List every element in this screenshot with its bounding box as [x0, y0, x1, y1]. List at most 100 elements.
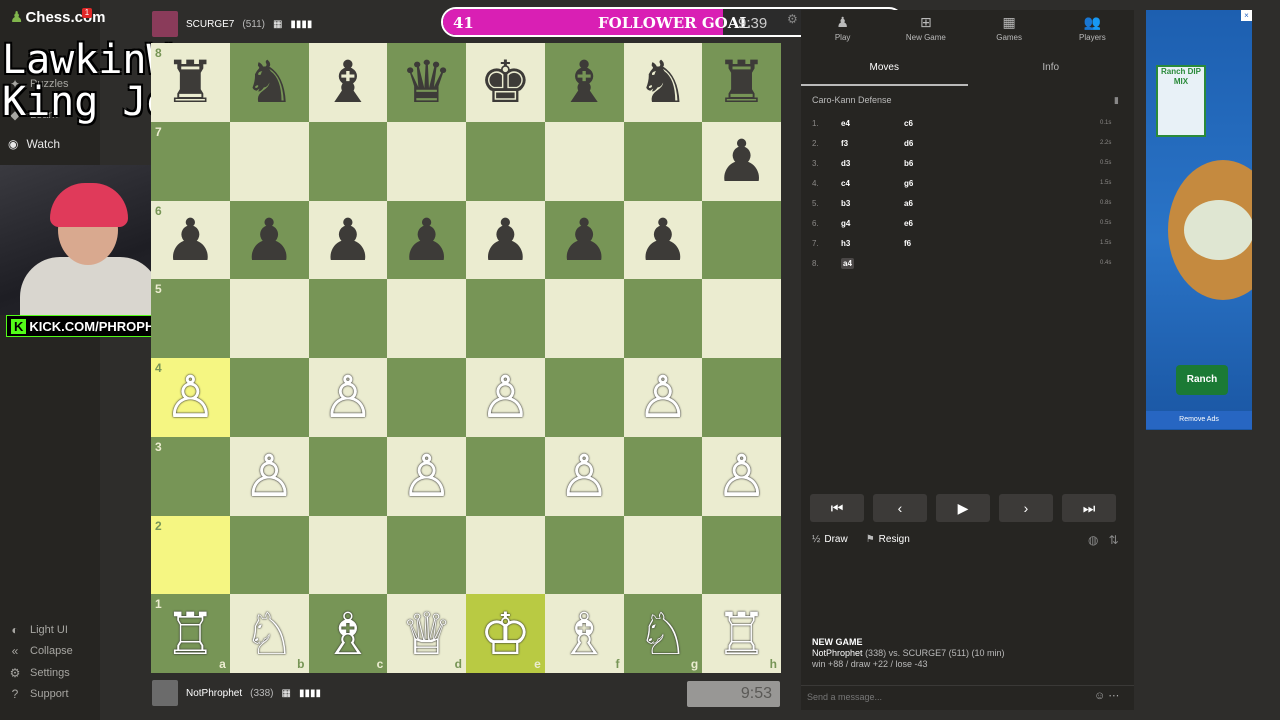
square-h4[interactable] [702, 358, 781, 437]
white-move[interactable]: b3 [841, 199, 850, 208]
square-h1[interactable]: ♖ h [702, 594, 781, 673]
square-e4[interactable]: ♙ [466, 358, 545, 437]
square-f7[interactable] [544, 121, 624, 201]
black-pawn-icon[interactable]: ♟ [322, 211, 374, 269]
black-move[interactable]: b6 [904, 159, 1100, 168]
chess-board[interactable]: ♜ 8 ♞ ♝ ♛ ♚ ♝ ♞ ♜ 7 ♟ ♟ 6 ♟ ♟ ♟ ♟ ♟ ♟ 5 ♙ 4 ♙ ♙ ♙ 3 ♙ ♙ ♙ ♙ 2 ♖ 1 a ♘ b ♗ c ♕ d… [151, 43, 781, 673]
square-g2[interactable] [623, 515, 703, 595]
square-b1[interactable]: ♘ b [229, 594, 309, 673]
square-e2[interactable] [466, 515, 545, 595]
white-player-name[interactable]: NotPhrophet [812, 648, 863, 658]
square-g7[interactable] [623, 121, 703, 201]
tab-moves[interactable]: Moves [801, 58, 968, 86]
black-move[interactable]: d6 [904, 139, 1100, 148]
square-h3[interactable]: ♙ [702, 436, 781, 516]
square-f6[interactable]: ♟ [544, 200, 624, 280]
black-pawn-icon[interactable]: ♟ [164, 211, 216, 269]
square-e7[interactable] [466, 121, 545, 201]
black-pawn-icon[interactable]: ♟ [401, 211, 453, 269]
square-b5[interactable] [229, 279, 309, 358]
square-h6[interactable] [702, 200, 781, 280]
square-g4[interactable]: ♙ [623, 358, 703, 437]
last-move-button[interactable]: ⏭ [1062, 494, 1116, 522]
white-move[interactable]: f3 [841, 139, 848, 148]
square-g3[interactable] [623, 436, 703, 516]
square-d6[interactable]: ♟ [387, 200, 466, 280]
black-knight-icon[interactable]: ♞ [637, 53, 689, 111]
ad-close-icon[interactable]: × [1241, 10, 1252, 21]
white-pawn-icon[interactable]: ♙ [637, 368, 689, 426]
square-a5[interactable]: 5 [151, 279, 230, 358]
sidebar-item-watch[interactable]: ◉ Watch [8, 137, 60, 151]
player-name[interactable]: NotPhrophet [186, 688, 242, 699]
white-pawn-icon[interactable]: ♙ [243, 447, 295, 505]
square-d1[interactable]: ♕ d [387, 594, 466, 673]
square-e8[interactable]: ♚ [466, 43, 545, 122]
square-g6[interactable]: ♟ [623, 200, 703, 280]
square-b6[interactable]: ♟ [229, 200, 309, 280]
white-king-icon[interactable]: ♔ [479, 605, 531, 663]
square-c8[interactable]: ♝ [308, 43, 388, 122]
draw-button[interactable]: ½ Draw [812, 534, 848, 545]
white-pawn-icon[interactable]: ♙ [322, 368, 374, 426]
black-rook-icon[interactable]: ♜ [164, 53, 216, 111]
black-queen-icon[interactable]: ♛ [401, 53, 453, 111]
square-d2[interactable] [387, 515, 466, 595]
white-move[interactable]: d3 [841, 159, 850, 168]
white-pawn-icon[interactable]: ♙ [558, 447, 610, 505]
square-b3[interactable]: ♙ [229, 436, 309, 516]
black-move[interactable]: a6 [904, 199, 1100, 208]
square-g5[interactable] [623, 279, 703, 358]
white-bishop-icon[interactable]: ♗ [322, 605, 374, 663]
square-c3[interactable] [308, 436, 388, 516]
sidebar-item-support[interactable]: ? Support [8, 687, 69, 701]
square-h5[interactable] [702, 279, 781, 358]
play-button[interactable]: ♟ Play [803, 14, 883, 42]
players-button[interactable]: 👥 Players [1052, 14, 1132, 42]
square-e1[interactable]: ♔ e [466, 594, 545, 673]
avatar[interactable] [152, 11, 178, 37]
white-knight-icon[interactable]: ♘ [243, 605, 295, 663]
square-c1[interactable]: ♗ c [308, 594, 388, 673]
white-bishop-icon[interactable]: ♗ [558, 605, 610, 663]
emoji-icon[interactable]: ☺ ⋯ [1094, 689, 1119, 702]
white-move[interactable]: a4 [841, 257, 854, 269]
remove-ads-link[interactable]: Remove Ads [1146, 411, 1252, 429]
square-e6[interactable]: ♟ [466, 200, 545, 280]
resign-button[interactable]: ⚑ Resign [866, 534, 910, 545]
white-pawn-icon[interactable]: ♙ [716, 447, 768, 505]
new-game-button[interactable]: ⊞ New Game [886, 14, 966, 42]
white-rook-icon[interactable]: ♖ [164, 605, 216, 663]
square-a6[interactable]: ♟ 6 [151, 200, 230, 280]
square-c2[interactable] [308, 515, 388, 595]
square-c4[interactable]: ♙ [308, 358, 388, 437]
white-move[interactable]: h3 [841, 239, 850, 248]
sidebar-item-collapse[interactable]: « Collapse [8, 644, 73, 658]
white-knight-icon[interactable]: ♘ [637, 605, 689, 663]
black-pawn-icon[interactable]: ♟ [558, 211, 610, 269]
black-pawn-icon[interactable]: ♟ [716, 132, 768, 190]
square-h2[interactable] [702, 515, 781, 595]
trash-icon[interactable]: ▮ [1114, 95, 1119, 106]
black-pawn-icon[interactable]: ♟ [243, 211, 295, 269]
sidebar-item-light-ui[interactable]: ◐ Light UI [8, 623, 68, 637]
play-moves-button[interactable]: ▶ [936, 494, 990, 522]
square-b7[interactable] [229, 121, 309, 201]
sidebar-item-settings[interactable]: ⚙ Settings [8, 666, 70, 680]
square-d3[interactable]: ♙ [387, 436, 466, 516]
next-move-button[interactable]: › [999, 494, 1053, 522]
white-pawn-icon[interactable]: ♙ [164, 368, 216, 426]
square-d8[interactable]: ♛ [387, 43, 466, 122]
first-move-button[interactable]: ⏮ [810, 494, 864, 522]
square-b4[interactable] [229, 358, 309, 437]
square-a8[interactable]: ♜ 8 [151, 43, 230, 122]
white-rook-icon[interactable]: ♖ [716, 605, 768, 663]
tab-info[interactable]: Info [968, 58, 1135, 84]
white-pawn-icon[interactable]: ♙ [479, 368, 531, 426]
prev-move-button[interactable]: ‹ [873, 494, 927, 522]
black-move[interactable]: g6 [904, 179, 1100, 188]
square-f4[interactable] [544, 358, 624, 437]
white-move[interactable]: g4 [841, 219, 850, 228]
square-b8[interactable]: ♞ [229, 43, 309, 122]
black-move[interactable]: f6 [904, 239, 1100, 248]
